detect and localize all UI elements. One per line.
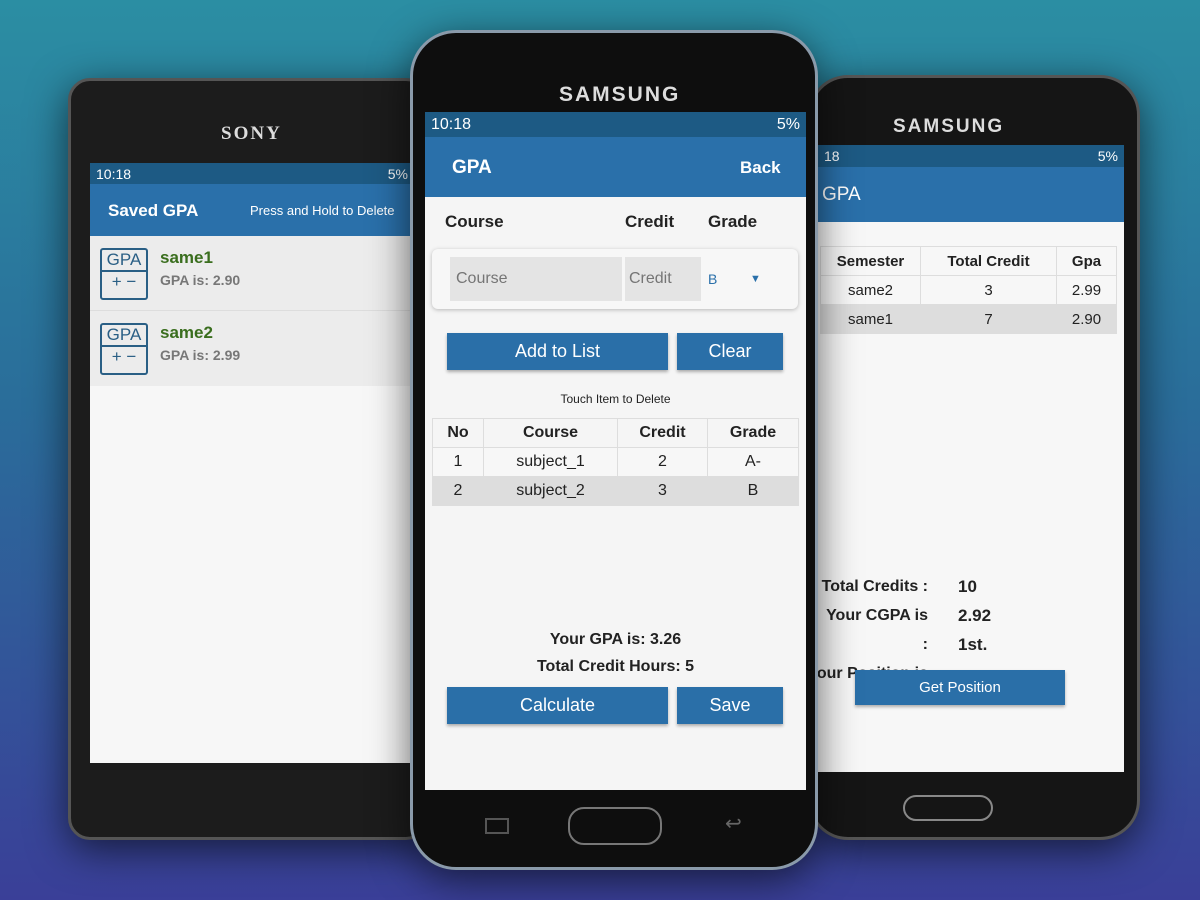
cell: 2	[617, 447, 708, 477]
total-credits-value: 10	[958, 577, 977, 596]
gpa-result: Your GPA is: 3.26	[549, 631, 682, 648]
grade-column-label: Grade	[708, 212, 758, 231]
total-credit-hours: Total Credit Hours: 5	[536, 658, 695, 675]
home-button[interactable]	[903, 795, 993, 821]
cell: 3	[920, 275, 1057, 305]
course-table: No Course Credit Grade 1 subject_1 2 A- 2 subje…	[432, 418, 799, 506]
column-header: Semester	[820, 246, 921, 276]
back-nav-icon[interactable]: ↩	[725, 811, 742, 836]
add-to-list-button[interactable]: Add to List	[447, 333, 668, 370]
app-header: GPA Back	[425, 137, 806, 197]
status-bar: 10:18 5%	[425, 112, 806, 137]
gpa-calculator-icon: GPA + −	[100, 248, 148, 300]
app-header: GPA	[818, 167, 1124, 222]
save-button[interactable]: Save	[677, 687, 783, 724]
left-screen: 10:18 5% Saved GPA Press and Hold to Dele…	[90, 163, 414, 763]
column-header: No	[432, 418, 484, 448]
table-row[interactable]: same2 3 2.99	[820, 275, 1117, 305]
brand-logo: SAMSUNG	[893, 116, 1005, 137]
status-bar: 18 5%	[818, 145, 1124, 167]
right-screen: 18 5% GPA Semester Total Credit Gpa same2 3 2…	[818, 145, 1124, 772]
input-card: B▼	[432, 249, 798, 309]
status-bar: 10:18 5%	[90, 163, 414, 184]
column-header: Credit	[617, 418, 708, 448]
app-header: Saved GPA Press and Hold to Delete	[90, 184, 414, 236]
status-time: 10:18	[96, 165, 132, 182]
dropdown-arrow-icon: ▼	[750, 273, 761, 285]
page-title: GPA	[822, 184, 861, 205]
credit-column-label: Credit	[625, 212, 675, 231]
item-name: same1	[160, 248, 213, 267]
brand-logo: SAMSUNG	[559, 83, 681, 106]
cell: 2.90	[1056, 304, 1117, 334]
brand-logo: SONY	[221, 123, 282, 144]
page-title: Saved GPA	[108, 201, 199, 220]
course-input[interactable]	[450, 257, 622, 301]
table-row[interactable]: same1 7 2.90	[820, 304, 1117, 334]
samsung-phone-center: SAMSUNG 10:18 5% GPA Back Course Credit G…	[410, 30, 818, 870]
recent-apps-icon[interactable]	[485, 818, 509, 834]
column-header: Grade	[707, 418, 799, 448]
status-time: 18	[824, 148, 840, 164]
cgpa-value: 2.92	[958, 606, 992, 625]
credit-input[interactable]	[625, 257, 701, 301]
center-screen: 10:185% GPA Back Course Credit Grade B▼ …	[425, 112, 806, 790]
cell: subject_2	[483, 476, 618, 506]
page-title: GPA	[452, 157, 492, 178]
get-position-button[interactable]: Get Position	[855, 670, 1065, 705]
home-button[interactable]	[568, 807, 662, 845]
item-gpa: GPA is: 2.99	[160, 347, 241, 363]
delete-hint: Press and Hold to Delete	[250, 203, 395, 218]
table-row[interactable]: 1 subject_1 2 A-	[432, 447, 799, 477]
column-header: Gpa	[1056, 246, 1117, 276]
samsung-phone-right: SAMSUNG 18 5% GPA Semester Total Credit Gpa…	[808, 75, 1140, 840]
total-credits-label: Total Credits :	[821, 578, 928, 595]
status-battery: 5%	[387, 165, 408, 182]
back-button[interactable]: Back	[740, 158, 781, 178]
cell: B	[707, 476, 799, 506]
cell: 3	[617, 476, 708, 506]
cell: 2	[432, 476, 484, 506]
cell: 2.99	[1056, 275, 1117, 305]
cell: same1	[820, 304, 921, 334]
semester-table: Semester Total Credit Gpa same2 3 2.99 same1…	[820, 246, 1117, 334]
gpa-calculator-icon: GPA + −	[100, 323, 148, 375]
column-header: Course	[483, 418, 618, 448]
cell: 1	[432, 447, 484, 477]
column-header: Total Credit	[920, 246, 1057, 276]
grade-value: B	[708, 271, 718, 287]
cell: A-	[707, 447, 799, 477]
cell: subject_1	[483, 447, 618, 477]
status-battery: 5%	[1097, 148, 1118, 164]
item-gpa: GPA is: 2.90	[160, 272, 241, 288]
delete-hint: Touch Item to Delete	[560, 392, 671, 406]
grade-select[interactable]: B ▼	[706, 257, 786, 301]
list-item[interactable]: GPA + − same1 GPA is: 2.90	[90, 236, 414, 311]
calculate-button[interactable]: Calculate	[447, 687, 668, 724]
status-time: 10:18	[431, 115, 472, 133]
course-column-label: Course	[445, 212, 504, 231]
list-item[interactable]: GPA + − same2 GPA is: 2.99	[90, 311, 414, 386]
position-value: 1st.	[958, 635, 988, 654]
clear-button[interactable]: Clear	[677, 333, 783, 370]
cell: 7	[920, 304, 1057, 334]
cell: same2	[820, 275, 921, 305]
table-row[interactable]: 2 subject_2 3 B	[432, 476, 799, 506]
sony-phone: SONY 10:18 5% Saved GPA Press and Hold to…	[68, 78, 428, 840]
status-battery: 5%	[776, 115, 800, 133]
item-name: same2	[160, 323, 213, 342]
cgpa-label: Your CGPA is :	[826, 607, 928, 653]
